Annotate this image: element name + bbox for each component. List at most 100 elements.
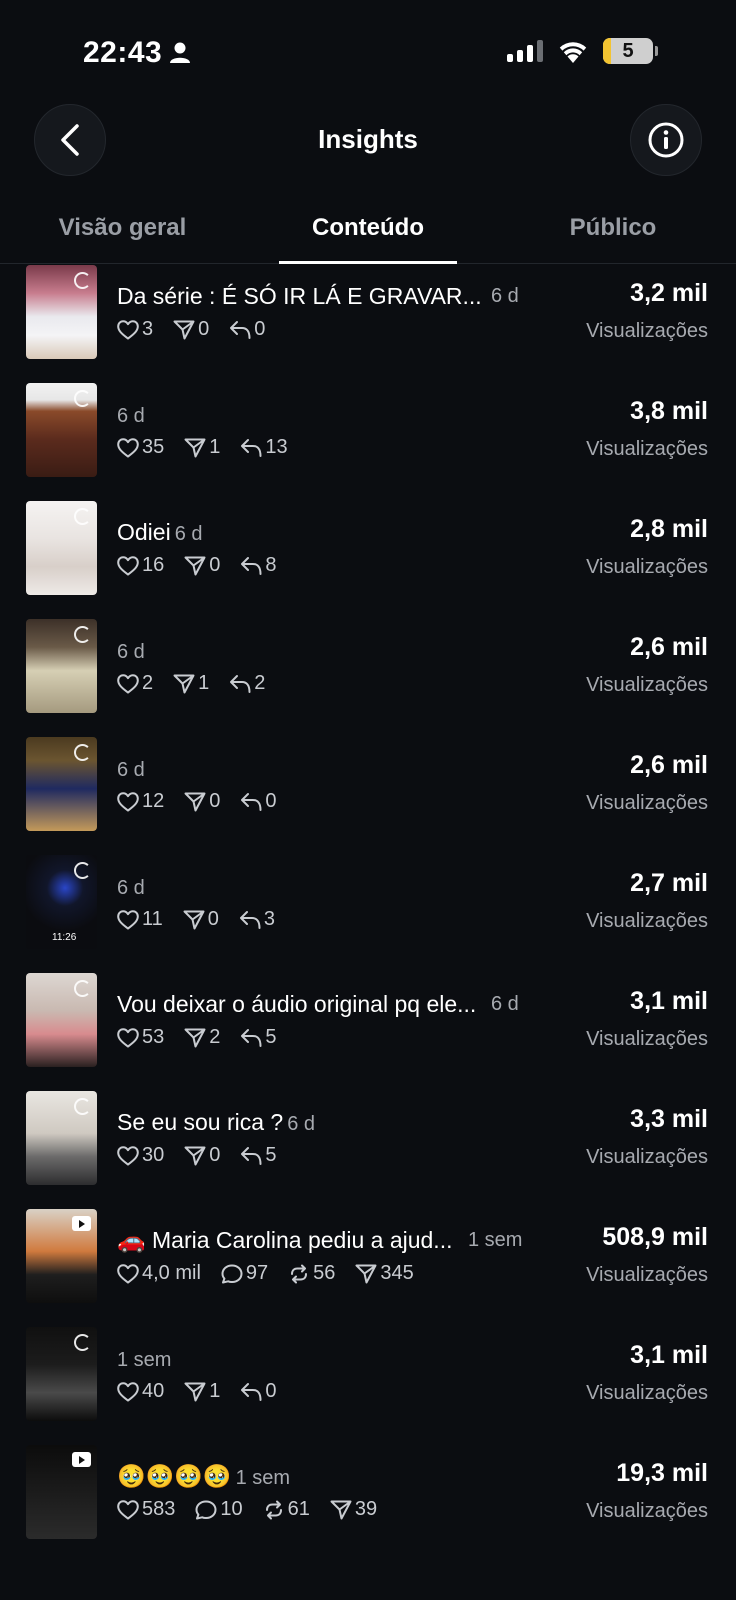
reply-icon bbox=[241, 1028, 262, 1047]
views-count: 2,6 mil bbox=[630, 751, 708, 779]
replies-stat: 0 bbox=[240, 790, 277, 813]
post-thumbnail bbox=[26, 383, 97, 477]
likes-count: 2 bbox=[142, 672, 154, 694]
header: Insights bbox=[0, 104, 736, 180]
post-stats: 35 1 13 bbox=[117, 436, 308, 459]
share-icon bbox=[355, 1264, 377, 1283]
reposts-count: 61 bbox=[287, 1498, 310, 1520]
replies-count: 8 bbox=[265, 554, 277, 576]
post-thumbnail bbox=[26, 1209, 97, 1303]
tab-conteudo[interactable]: Conteúdo bbox=[280, 214, 456, 242]
likes-count: 3 bbox=[142, 318, 154, 340]
list-item[interactable]: 6 d 2 1 2 2,6 mil Visualizações bbox=[0, 619, 736, 715]
replies-count: 0 bbox=[265, 790, 277, 812]
post-stats: 2 1 2 bbox=[117, 672, 285, 695]
list-item[interactable]: 🚗 Maria Carolina pediu a ajud... 1 sem 4,0… bbox=[0, 1209, 736, 1305]
heart-icon bbox=[117, 1263, 139, 1283]
post-age: 1 sem bbox=[117, 1349, 172, 1371]
loading-icon bbox=[74, 862, 91, 879]
post-age: 1 sem bbox=[235, 1467, 291, 1489]
list-item[interactable]: 6 d 35 1 13 3,8 mil Visualizações bbox=[0, 383, 736, 479]
shares-stat: 0 bbox=[183, 908, 219, 931]
views-label: Visualizações bbox=[586, 1146, 708, 1168]
post-age: 6 d bbox=[174, 523, 203, 545]
likes-count: 53 bbox=[142, 1026, 165, 1048]
views-label: Visualizações bbox=[586, 1264, 708, 1286]
post-stats: 16 0 8 bbox=[117, 554, 297, 577]
loading-icon bbox=[74, 508, 91, 525]
share-icon bbox=[184, 1382, 206, 1401]
views-label: Visualizações bbox=[586, 1028, 708, 1050]
post-thumbnail bbox=[26, 1327, 97, 1421]
likes-stat: 35 bbox=[117, 436, 164, 459]
views-count: 3,1 mil bbox=[630, 987, 708, 1015]
post-title: Vou deixar o áudio original pq ele... bbox=[117, 991, 476, 1018]
loading-icon bbox=[74, 272, 91, 289]
reply-icon bbox=[230, 674, 251, 693]
tab-bar: Visão geral Conteúdo Público bbox=[0, 200, 736, 264]
share-icon bbox=[330, 1500, 352, 1519]
replies-stat: 5 bbox=[240, 1144, 277, 1167]
views-count: 2,7 mil bbox=[630, 869, 708, 897]
heart-icon bbox=[117, 1027, 139, 1047]
heart-icon bbox=[117, 1381, 139, 1401]
tab-publico[interactable]: Público bbox=[540, 214, 686, 242]
post-title-text: Vou deixar o áudio original pq ele... bbox=[117, 991, 477, 1017]
views-count: 19,3 mil bbox=[616, 1459, 708, 1487]
share-icon bbox=[184, 1028, 206, 1047]
post-thumbnail bbox=[26, 265, 97, 359]
shares-count: 2 bbox=[209, 1026, 221, 1048]
comments-count: 97 bbox=[245, 1262, 269, 1284]
views-label: Visualizações bbox=[586, 556, 708, 578]
post-title-text: 🚗 Maria Carolina pediu a ajud... bbox=[117, 1227, 453, 1253]
reply-icon bbox=[230, 320, 251, 339]
likes-stat: 11 bbox=[117, 908, 163, 931]
likes-count: 30 bbox=[142, 1144, 165, 1166]
views-label: Visualizações bbox=[586, 438, 708, 460]
list-item[interactable]: 11:26 6 d 11 0 3 2,7 mil Visualizações bbox=[0, 855, 736, 951]
views-block: 3,8 mil Visualizações bbox=[586, 397, 708, 461]
views-label: Visualizações bbox=[586, 320, 708, 342]
list-item[interactable]: 1 sem 40 1 0 3,1 mil Visualizações bbox=[0, 1327, 736, 1423]
post-stats: 11 0 3 bbox=[117, 908, 295, 931]
likes-stat: 16 bbox=[117, 554, 164, 577]
views-label: Visualizações bbox=[586, 792, 708, 814]
reply-icon bbox=[241, 1146, 262, 1165]
replies-stat: 5 bbox=[240, 1026, 277, 1049]
list-item[interactable]: Da série : É SÓ IR LÁ E GRAVAR... 6 d3003… bbox=[0, 265, 736, 361]
post-title-text: 🥹🥹🥹🥹 bbox=[117, 1463, 232, 1489]
list-item[interactable]: 🥹🥹🥹🥹 1 sem 583 10 61 39 19,3 mil Visualizações bbox=[0, 1445, 736, 1541]
views-label: Visualizações bbox=[586, 1500, 708, 1522]
post-stats: 3 0 0 bbox=[117, 318, 285, 341]
replies-stat: 8 bbox=[240, 554, 277, 577]
post-title: Se eu sou rica ? 6 d bbox=[117, 1109, 315, 1136]
likes-count: 16 bbox=[142, 554, 165, 576]
status-bar: 22:43 5 bbox=[0, 0, 736, 100]
loading-icon bbox=[74, 980, 91, 997]
content-list: Da série : É SÓ IR LÁ E GRAVAR... 6 d3003… bbox=[0, 265, 736, 1543]
page-title: Insights bbox=[318, 124, 418, 154]
list-item[interactable]: Odiei 6 d 16 0 8 2,8 mil Visualizações bbox=[0, 501, 736, 597]
likes-count: 583 bbox=[142, 1498, 176, 1520]
comments-stat: 97 bbox=[221, 1262, 268, 1285]
info-button[interactable] bbox=[630, 104, 702, 176]
shares-stat: 0 bbox=[184, 790, 220, 813]
replies-count: 13 bbox=[265, 436, 288, 458]
person-icon bbox=[170, 42, 191, 63]
comment-icon bbox=[195, 1500, 217, 1519]
shares-stat: 39 bbox=[330, 1498, 377, 1521]
tab-visao-geral[interactable]: Visão geral bbox=[40, 214, 205, 242]
likes-stat: 40 bbox=[117, 1380, 164, 1403]
shares-count: 0 bbox=[198, 318, 210, 340]
likes-count: 11 bbox=[142, 908, 163, 930]
battery-indicator: 5 bbox=[603, 38, 653, 64]
shares-stat: 2 bbox=[184, 1026, 220, 1049]
list-item[interactable]: 6 d 12 0 0 2,6 mil Visualizações bbox=[0, 737, 736, 833]
comments-stat: 10 bbox=[195, 1498, 243, 1521]
list-item[interactable]: Vou deixar o áudio original pq ele... 6 d… bbox=[0, 973, 736, 1069]
replies-count: 5 bbox=[265, 1144, 277, 1166]
post-age: 6 d bbox=[117, 877, 145, 899]
post-title: 🥹🥹🥹🥹 1 sem bbox=[117, 1463, 290, 1490]
info-icon bbox=[648, 122, 684, 158]
list-item[interactable]: Se eu sou rica ? 6 d 30 0 5 3,3 mil Visualizaç… bbox=[0, 1091, 736, 1187]
